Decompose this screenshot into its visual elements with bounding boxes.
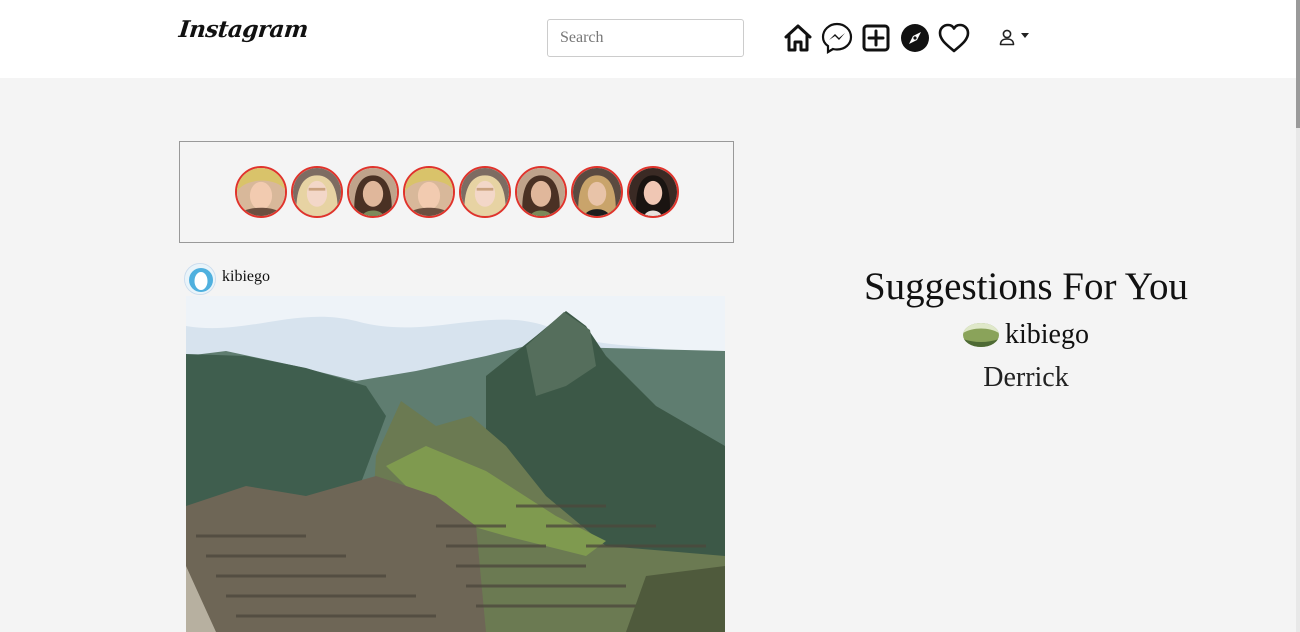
user-icon <box>999 29 1015 46</box>
post-username[interactable]: kibiego <box>222 268 270 286</box>
nav-icon-group <box>780 20 975 56</box>
scrollbar[interactable] <box>1296 0 1300 632</box>
post-header: kibiego <box>184 262 270 296</box>
suggestion-username[interactable]: kibiego <box>1005 319 1089 351</box>
new-post-icon[interactable] <box>858 20 894 56</box>
post-avatar[interactable] <box>184 263 216 295</box>
heart-icon[interactable] <box>936 20 972 56</box>
post-image[interactable] <box>186 296 725 632</box>
story-avatar[interactable] <box>514 166 567 218</box>
story-avatar[interactable] <box>290 166 343 218</box>
story-avatar[interactable] <box>234 166 287 218</box>
chevron-down-icon <box>1021 32 1029 38</box>
suggestion-avatar <box>963 323 999 347</box>
story-avatar[interactable] <box>570 166 623 218</box>
search-input[interactable] <box>547 19 744 57</box>
suggestions-panel: Suggestions For You kibiego Derrick <box>840 262 1212 394</box>
stories-bar <box>179 141 734 243</box>
suggestion-item[interactable]: kibiego <box>840 312 1212 358</box>
story-avatar[interactable] <box>402 166 455 218</box>
story-avatar[interactable] <box>346 166 399 218</box>
home-icon[interactable] <box>780 20 816 56</box>
explore-icon[interactable] <box>897 20 933 56</box>
story-avatar[interactable] <box>626 166 679 218</box>
suggestion-item[interactable]: Derrick <box>840 362 1212 394</box>
messenger-icon[interactable] <box>819 20 855 56</box>
scrollbar-thumb[interactable] <box>1296 0 1300 128</box>
suggestions-title: Suggestions For You <box>863 265 1189 308</box>
instagram-logo[interactable]: Instagram <box>178 16 310 43</box>
top-navbar: Instagram <box>0 0 1296 78</box>
profile-dropdown[interactable] <box>998 26 1038 48</box>
story-avatar[interactable] <box>458 166 511 218</box>
